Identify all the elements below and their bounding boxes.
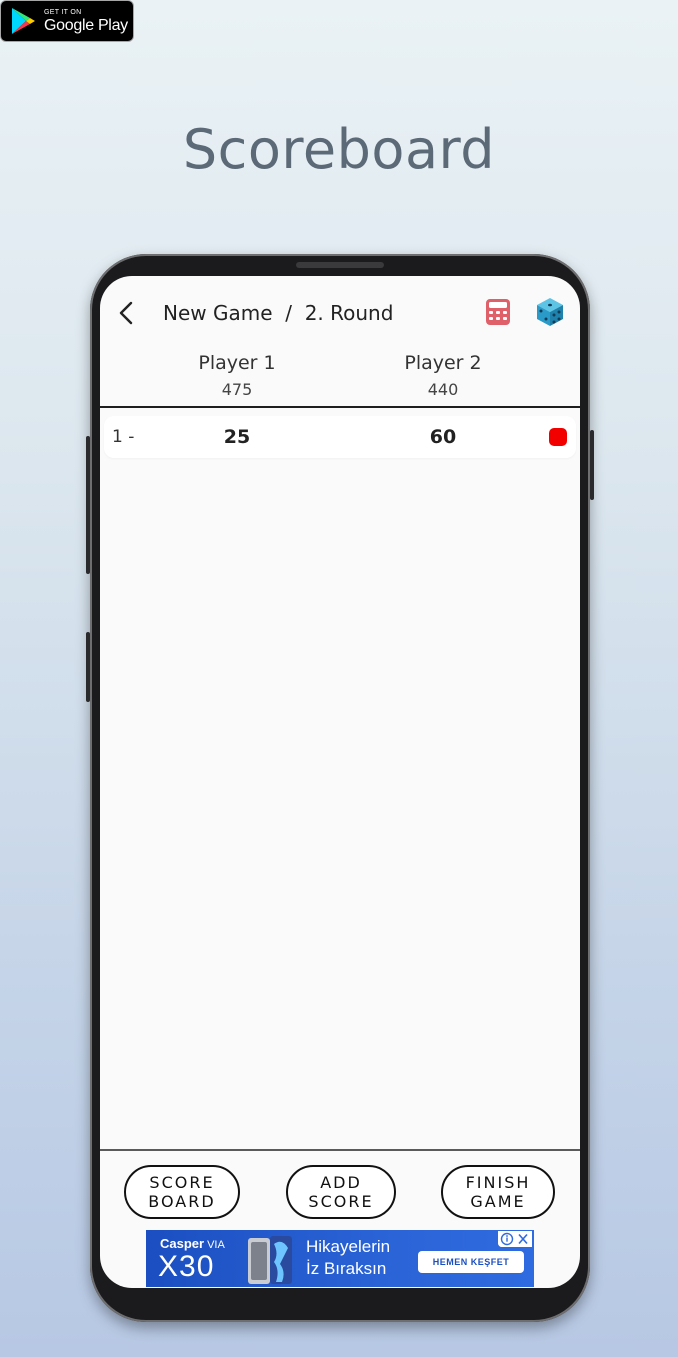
ad-banner[interactable]: Casper VIA X30 Hikayelerin İz Bıraksın HE… xyxy=(146,1230,534,1287)
earpiece-speaker xyxy=(296,262,384,268)
game-title: New Game / 2. Round xyxy=(163,301,394,325)
ad-brand-name: Casper xyxy=(160,1236,205,1251)
page-heading: Scoreboard xyxy=(182,118,496,181)
finish-game-button[interactable]: FINISH GAME xyxy=(441,1165,555,1219)
google-play-badge[interactable]: GET IT ON Google Play xyxy=(0,0,134,42)
round-score-player-2: 60 xyxy=(429,426,457,448)
button-label-line1: ADD xyxy=(320,1173,362,1192)
chevron-left-icon[interactable] xyxy=(116,300,136,326)
app-screen: New Game / 2. Round Player 1 475 Player … xyxy=(100,276,580,1288)
scoreboard-button[interactable]: SCORE BOARD xyxy=(124,1165,240,1219)
player-1-header: Player 1 475 xyxy=(137,352,337,399)
ad-slogan-line2: İz Bıraksın xyxy=(306,1259,387,1278)
player-2-header: Player 2 440 xyxy=(343,352,543,399)
round-score-player-1: 25 xyxy=(223,426,251,448)
ad-cta-button[interactable]: HEMEN KEŞFET xyxy=(418,1251,524,1273)
calculator-icon[interactable] xyxy=(485,298,511,326)
volume-up-button xyxy=(86,436,90,574)
ad-choices-icon[interactable] xyxy=(498,1231,532,1247)
ad-slogan-line1: Hikayelerin xyxy=(306,1237,391,1256)
player-name: Player 2 xyxy=(404,352,482,374)
app-bar: New Game / 2. Round xyxy=(100,276,580,346)
button-label-line1: FINISH xyxy=(465,1173,531,1192)
volume-down-button xyxy=(86,632,90,702)
player-total: 475 xyxy=(221,380,253,399)
round-row[interactable]: 1 - 25 60 xyxy=(104,416,576,458)
button-label-line2: BOARD xyxy=(148,1192,216,1211)
ad-phone-image xyxy=(248,1236,292,1284)
player-total: 440 xyxy=(427,380,459,399)
google-play-icon xyxy=(12,8,35,34)
player-name: Player 1 xyxy=(198,352,276,374)
ad-model: X30 xyxy=(158,1250,215,1283)
dice-icon[interactable] xyxy=(536,297,564,327)
button-label-line1: SCORE xyxy=(149,1173,215,1192)
add-score-button[interactable]: ADD SCORE xyxy=(286,1165,396,1219)
badge-store-name: Google Play xyxy=(44,16,128,34)
round-number: 1 - xyxy=(112,427,135,447)
button-label-line2: GAME xyxy=(470,1192,526,1211)
footer-divider xyxy=(100,1149,580,1151)
delete-round-button[interactable] xyxy=(549,428,567,446)
ad-slogan: Hikayelerin İz Bıraksın xyxy=(306,1236,390,1280)
power-button xyxy=(590,430,594,500)
header-divider xyxy=(100,406,580,408)
badge-caption: GET IT ON xyxy=(44,8,82,16)
button-label-line2: SCORE xyxy=(308,1192,374,1211)
ad-brand: Casper VIA xyxy=(160,1236,225,1251)
